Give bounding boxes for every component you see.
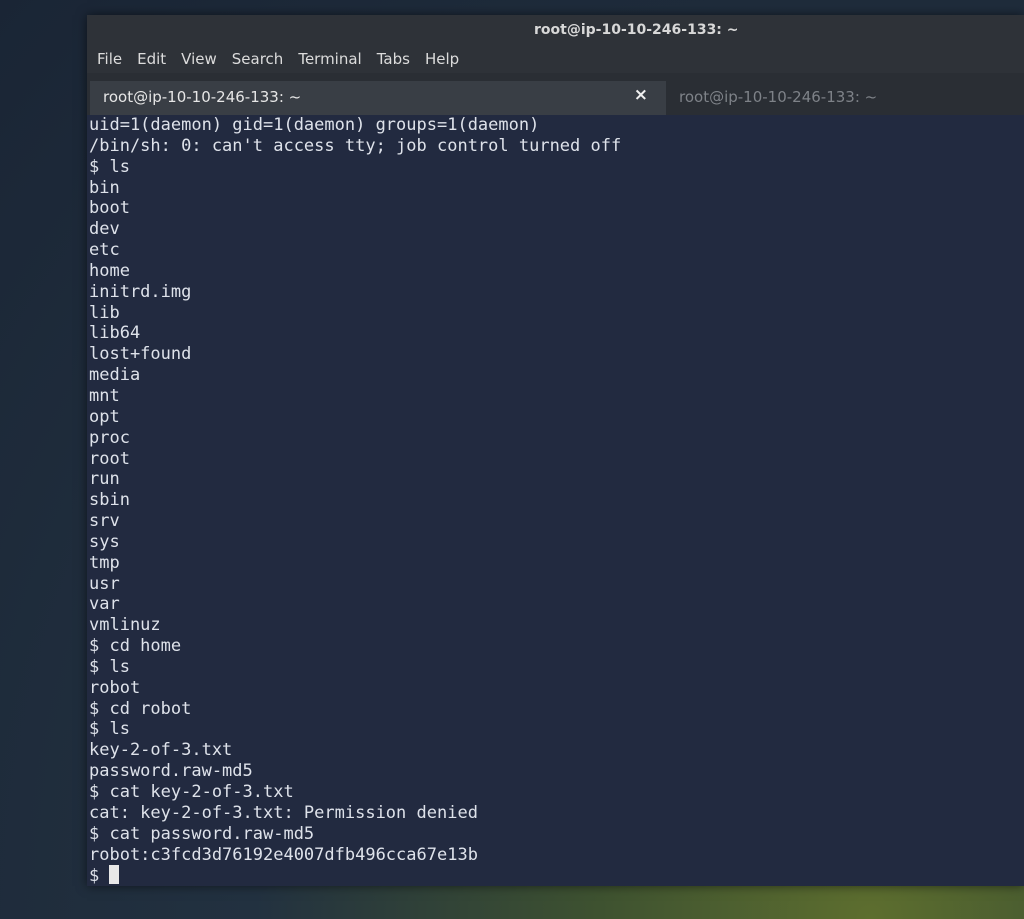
menu-edit[interactable]: Edit: [137, 48, 166, 68]
terminal-line: proc: [89, 427, 130, 448]
text-cursor: [109, 865, 120, 885]
title-bar[interactable]: root@ip-10-10-246-133: ~: [87, 15, 1024, 48]
menu-bar: File Edit View Search Terminal Tabs Help: [87, 48, 1024, 73]
terminal-line: media: [89, 365, 141, 386]
terminal-line: $ cd home: [89, 636, 182, 657]
terminal-line: $ cat password.raw-md5: [89, 823, 315, 844]
terminal-line: srv: [89, 511, 120, 532]
terminal-line: robot: [89, 677, 141, 698]
terminal-line: run: [89, 469, 120, 490]
terminal-line: lost+found: [89, 344, 192, 365]
window-title: root@ip-10-10-246-133: ~: [534, 22, 739, 38]
tab-inactive[interactable]: root@ip-10-10-246-133: ~: [668, 81, 1024, 115]
terminal-line: /bin/sh: 0: can't access tty; job contro…: [89, 135, 622, 156]
terminal-line: var: [89, 594, 120, 615]
menu-terminal[interactable]: Terminal: [298, 48, 361, 68]
menu-file[interactable]: File: [97, 48, 122, 68]
terminal-output[interactable]: uid=1(daemon) gid=1(daemon) groups=1(dae…: [87, 115, 1024, 886]
terminal-window: root@ip-10-10-246-133: ~ File Edit View …: [87, 15, 1024, 886]
terminal-prompt-line[interactable]: $: [89, 865, 1024, 886]
prompt: $: [89, 866, 110, 886]
terminal-line: root: [89, 448, 130, 469]
terminal-line: robot:c3fcd3d76192e4007dfb496cca67e13b: [89, 844, 478, 865]
terminal-line: bin: [89, 177, 120, 198]
tab-bar: root@ip-10-10-246-133: ~ × root@ip-10-10…: [87, 73, 1024, 115]
terminal-line: uid=1(daemon) gid=1(daemon) groups=1(dae…: [89, 115, 540, 135]
terminal-line: key-2-of-3.txt: [89, 740, 233, 761]
tab-active[interactable]: root@ip-10-10-246-133: ~ ×: [90, 81, 666, 115]
terminal-line: vmlinuz: [89, 615, 161, 636]
terminal-line: $ ls: [89, 719, 130, 740]
terminal-line: mnt: [89, 385, 120, 406]
terminal-line: lib64: [89, 323, 141, 344]
menu-search[interactable]: Search: [232, 48, 284, 68]
terminal-line: sys: [89, 531, 120, 552]
menu-tabs[interactable]: Tabs: [377, 48, 410, 68]
terminal-line: lib: [89, 302, 120, 323]
menu-view[interactable]: View: [181, 48, 217, 68]
tab-label: root@ip-10-10-246-133: ~: [679, 88, 878, 106]
terminal-line: boot: [89, 198, 130, 219]
terminal-line: $ cd robot: [89, 698, 192, 719]
terminal-line: password.raw-md5: [89, 761, 253, 782]
terminal-line: cat: key-2-of-3.txt: Permission denied: [89, 802, 478, 823]
terminal-line: $ cat key-2-of-3.txt: [89, 782, 294, 802]
terminal-line: dev: [89, 219, 120, 240]
terminal-line: tmp: [89, 552, 120, 573]
terminal-line: $ ls: [89, 156, 130, 177]
terminal-line: opt: [89, 406, 120, 427]
terminal-line: usr: [89, 573, 120, 594]
terminal-line: home: [89, 260, 130, 281]
terminal-line: $ ls: [89, 656, 130, 677]
menu-help[interactable]: Help: [425, 48, 459, 68]
terminal-line: etc: [89, 240, 120, 261]
tab-close-icon[interactable]: ×: [634, 85, 648, 105]
terminal-line: initrd.img: [89, 281, 192, 302]
terminal-line: sbin: [89, 490, 130, 511]
tab-label: root@ip-10-10-246-133: ~: [103, 88, 302, 106]
